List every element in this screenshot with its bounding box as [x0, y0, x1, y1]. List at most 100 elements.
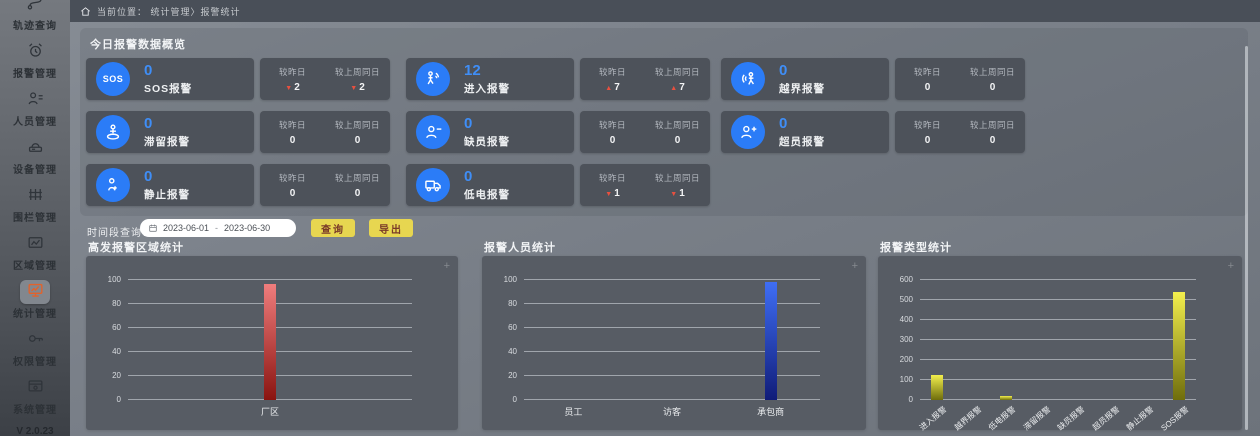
breadcrumb-path: 统计管理〉报警统计: [151, 7, 241, 17]
chart-toolbox-icon[interactable]: +: [1228, 260, 1234, 272]
stat-card: 0滞留报警: [86, 111, 254, 153]
stat-label: 进入报警: [464, 81, 510, 96]
compare-day-label: 较昨日: [599, 172, 626, 184]
y-axis-tick-label: 20: [112, 371, 121, 380]
sidebar-item-track-query[interactable]: 轨迹查询: [0, 0, 70, 38]
cross-border-alarm-icon: [731, 62, 765, 96]
compare-day-value: ▼2: [285, 82, 300, 93]
fence-icon: [20, 184, 50, 208]
stat-card: 0 越界报警: [721, 58, 889, 100]
card-group-sos: SOS 0SOS报警 较昨日▼2 较上周同日▼2: [86, 58, 390, 100]
x-axis-category-label: 进入报警: [918, 404, 950, 433]
stat-value: 0: [144, 169, 190, 185]
compare-day-value: ▲7: [605, 82, 620, 93]
sidebar-item-system-management[interactable]: 系统管理: [0, 376, 70, 422]
chart-type-statistics: + 0100200300400500600进入报警越界报警低电报警滞留报警缺员报…: [878, 256, 1242, 430]
compare-week-value: ▲7: [670, 82, 685, 93]
gridline: [920, 299, 1196, 300]
home-icon[interactable]: [80, 6, 91, 17]
bar: [931, 375, 943, 400]
compare-week-label: 较上周同日: [970, 119, 1015, 131]
y-axis-tick-label: 500: [900, 295, 913, 304]
compare-day-value: 0: [290, 188, 296, 199]
comparison-card: 较昨日▲7 较上周同日▲7: [580, 58, 710, 100]
sidebar-item-region-management[interactable]: 区域管理: [0, 232, 70, 278]
sidebar-item-label: 围栏管理: [0, 209, 70, 224]
comparison-card: 较昨日0 较上周同日0: [580, 111, 710, 153]
trend-arrow-icon: ▼: [670, 191, 677, 198]
absent-alarm-icon: [416, 115, 450, 149]
x-axis-category-label: 厂区: [261, 405, 279, 418]
vertical-scrollbar[interactable]: [1245, 46, 1248, 430]
gridline: [920, 279, 1196, 280]
overview-title: 今日报警数据概览: [90, 36, 186, 52]
date-range-input[interactable]: 2023-06-01 - 2023-06-30: [140, 219, 296, 237]
route-icon: [20, 0, 50, 16]
chart-title-personnel: 报警人员统计: [484, 239, 556, 255]
stat-card: 12进入报警: [406, 58, 574, 100]
y-axis-tick-label: 0: [117, 395, 121, 404]
compare-week-label: 较上周同日: [655, 66, 700, 78]
gridline: [920, 379, 1196, 380]
gridline: [920, 399, 1196, 400]
device-icon: [20, 136, 50, 160]
compare-day-label: 较昨日: [279, 66, 306, 78]
trend-arrow-icon: ▲: [605, 85, 612, 92]
stat-label: 滞留报警: [144, 134, 190, 149]
y-axis-tick-label: 40: [112, 347, 121, 356]
statistics-icon: [20, 280, 50, 304]
stat-value: 0: [464, 169, 510, 185]
breadcrumb: 当前位置： 统计管理〉报警统计: [97, 5, 241, 18]
chart-personnel-statistics: + 020406080100员工访客承包商: [482, 256, 866, 430]
compare-week-value: 0: [990, 82, 996, 93]
sidebar-item-permission-management[interactable]: 权限管理: [0, 328, 70, 374]
card-group-still-alarm: 0静止报警 较昨日0 较上周同日0: [86, 164, 390, 206]
key-icon: [20, 328, 50, 352]
compare-week-label: 较上周同日: [335, 119, 380, 131]
card-group-low-power-alarm: 0低电报警 较昨日▼1 较上周同日▼1: [406, 164, 710, 206]
y-axis-tick-label: 600: [900, 275, 913, 284]
stat-label: 超员报警: [779, 134, 825, 149]
linger-alarm-icon: [96, 115, 130, 149]
chart-toolbox-icon[interactable]: +: [852, 260, 858, 272]
y-axis-tick-label: 0: [909, 395, 913, 404]
compare-week-label: 较上周同日: [970, 66, 1015, 78]
y-axis-tick-label: 200: [900, 355, 913, 364]
card-group-enter-alarm: 12进入报警 较昨日▲7 较上周同日▲7: [406, 58, 710, 100]
stat-value: 0: [779, 63, 825, 79]
x-axis-category-label: 滞留报警: [1021, 404, 1053, 433]
bar: [765, 282, 777, 400]
export-button[interactable]: 导出: [369, 219, 413, 237]
sidebar-item-label: 统计管理: [0, 305, 70, 320]
start-date: 2023-06-01: [163, 223, 209, 233]
stat-label: 越界报警: [779, 81, 825, 96]
sidebar-item-device-management[interactable]: 设备管理: [0, 136, 70, 182]
bar: [264, 284, 276, 400]
y-axis-tick-label: 60: [508, 323, 517, 332]
query-button[interactable]: 查询: [311, 219, 355, 237]
sidebar-item-statistics-management[interactable]: 统计管理: [0, 280, 70, 326]
person-list-icon: [20, 88, 50, 112]
stat-label: 缺员报警: [464, 134, 510, 149]
topbar: 当前位置： 统计管理〉报警统计: [70, 0, 1260, 22]
compare-week-label: 较上周同日: [655, 172, 700, 184]
sidebar-item-alarm-management[interactable]: 报警管理: [0, 40, 70, 86]
y-axis-tick-label: 0: [513, 395, 517, 404]
chart-toolbox-icon[interactable]: +: [444, 260, 450, 272]
x-axis-category-label: 员工: [564, 405, 582, 418]
card-group-cross-border-alarm: 0越界报警 较昨日0 较上周同日0: [721, 58, 1025, 100]
comparison-card: 较昨日0 较上周同日0: [260, 111, 390, 153]
y-axis-tick-label: 100: [108, 275, 121, 284]
stat-card: SOS 0SOS报警: [86, 58, 254, 100]
sidebar-item-fence-management[interactable]: 围栏管理: [0, 184, 70, 230]
sidebar-item-label: 人员管理: [0, 113, 70, 128]
plot-area: 0100200300400500600进入报警越界报警低电报警滞留报警缺员报警超…: [920, 280, 1196, 400]
breadcrumb-prefix: 当前位置：: [97, 7, 147, 17]
trend-arrow-icon: ▲: [670, 85, 677, 92]
comparison-card: 较昨日0 较上周同日0: [895, 58, 1025, 100]
compare-week-value: ▼1: [670, 188, 685, 199]
sidebar-item-label: 权限管理: [0, 353, 70, 368]
x-axis-category-label: 访客: [663, 405, 681, 418]
sidebar-item-personnel-management[interactable]: 人员管理: [0, 88, 70, 134]
y-axis-tick-label: 100: [504, 275, 517, 284]
